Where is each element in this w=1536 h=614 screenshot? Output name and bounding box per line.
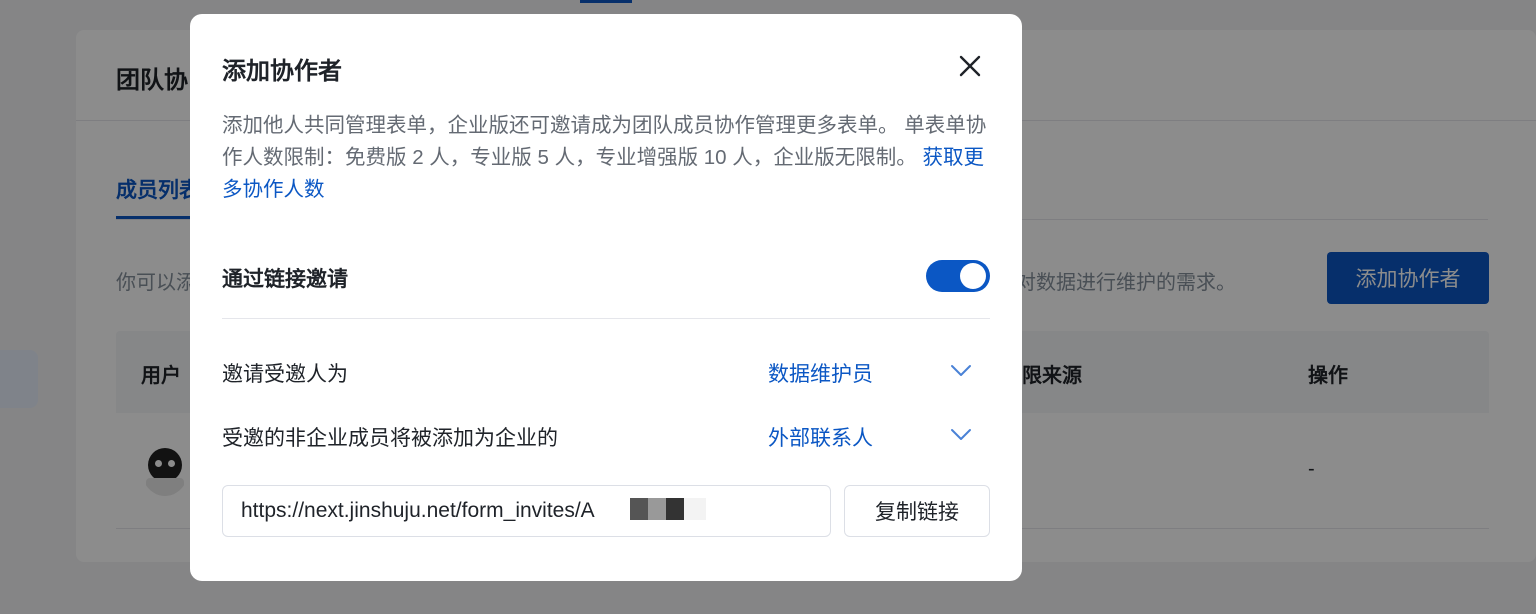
dialog-title: 添加协作者 (222, 58, 342, 85)
dialog-description: 添加他人共同管理表单，企业版还可邀请成为团队成员协作管理更多表单。 单表单协作人… (222, 110, 992, 206)
redacted-text (648, 498, 666, 520)
invite-role-label: 邀请受邀人为 (222, 363, 348, 386)
copy-link-button[interactable]: 复制链接 (844, 485, 990, 537)
description-text: 添加他人共同管理表单，企业版还可邀请成为团队成员协作管理更多表单。 单表单协作人… (222, 114, 987, 169)
invite-role-value: 数据维护员 (768, 363, 873, 386)
invite-by-link-label: 通过链接邀请 (222, 268, 348, 291)
add-collaborator-dialog: 添加协作者 添加他人共同管理表单，企业版还可邀请成为团队成员协作管理更多表单。 … (190, 14, 1022, 581)
invite-role-select[interactable]: 数据维护员 (768, 352, 990, 392)
chevron-down-icon (951, 429, 971, 440)
invite-by-link-toggle[interactable] (926, 260, 990, 292)
divider (222, 318, 990, 319)
non-member-role-label: 受邀的非企业成员将被添加为企业的 (222, 427, 558, 450)
redacted-text (666, 498, 684, 520)
non-member-role-select[interactable]: 外部联系人 (768, 416, 990, 456)
invite-link-field[interactable] (222, 485, 831, 537)
close-icon (959, 55, 981, 77)
redacted-text (630, 498, 648, 520)
redacted-text (684, 498, 706, 520)
close-button[interactable] (954, 50, 986, 82)
non-member-role-value: 外部联系人 (768, 427, 873, 450)
chevron-down-icon (951, 365, 971, 376)
toggle-knob (960, 263, 986, 289)
